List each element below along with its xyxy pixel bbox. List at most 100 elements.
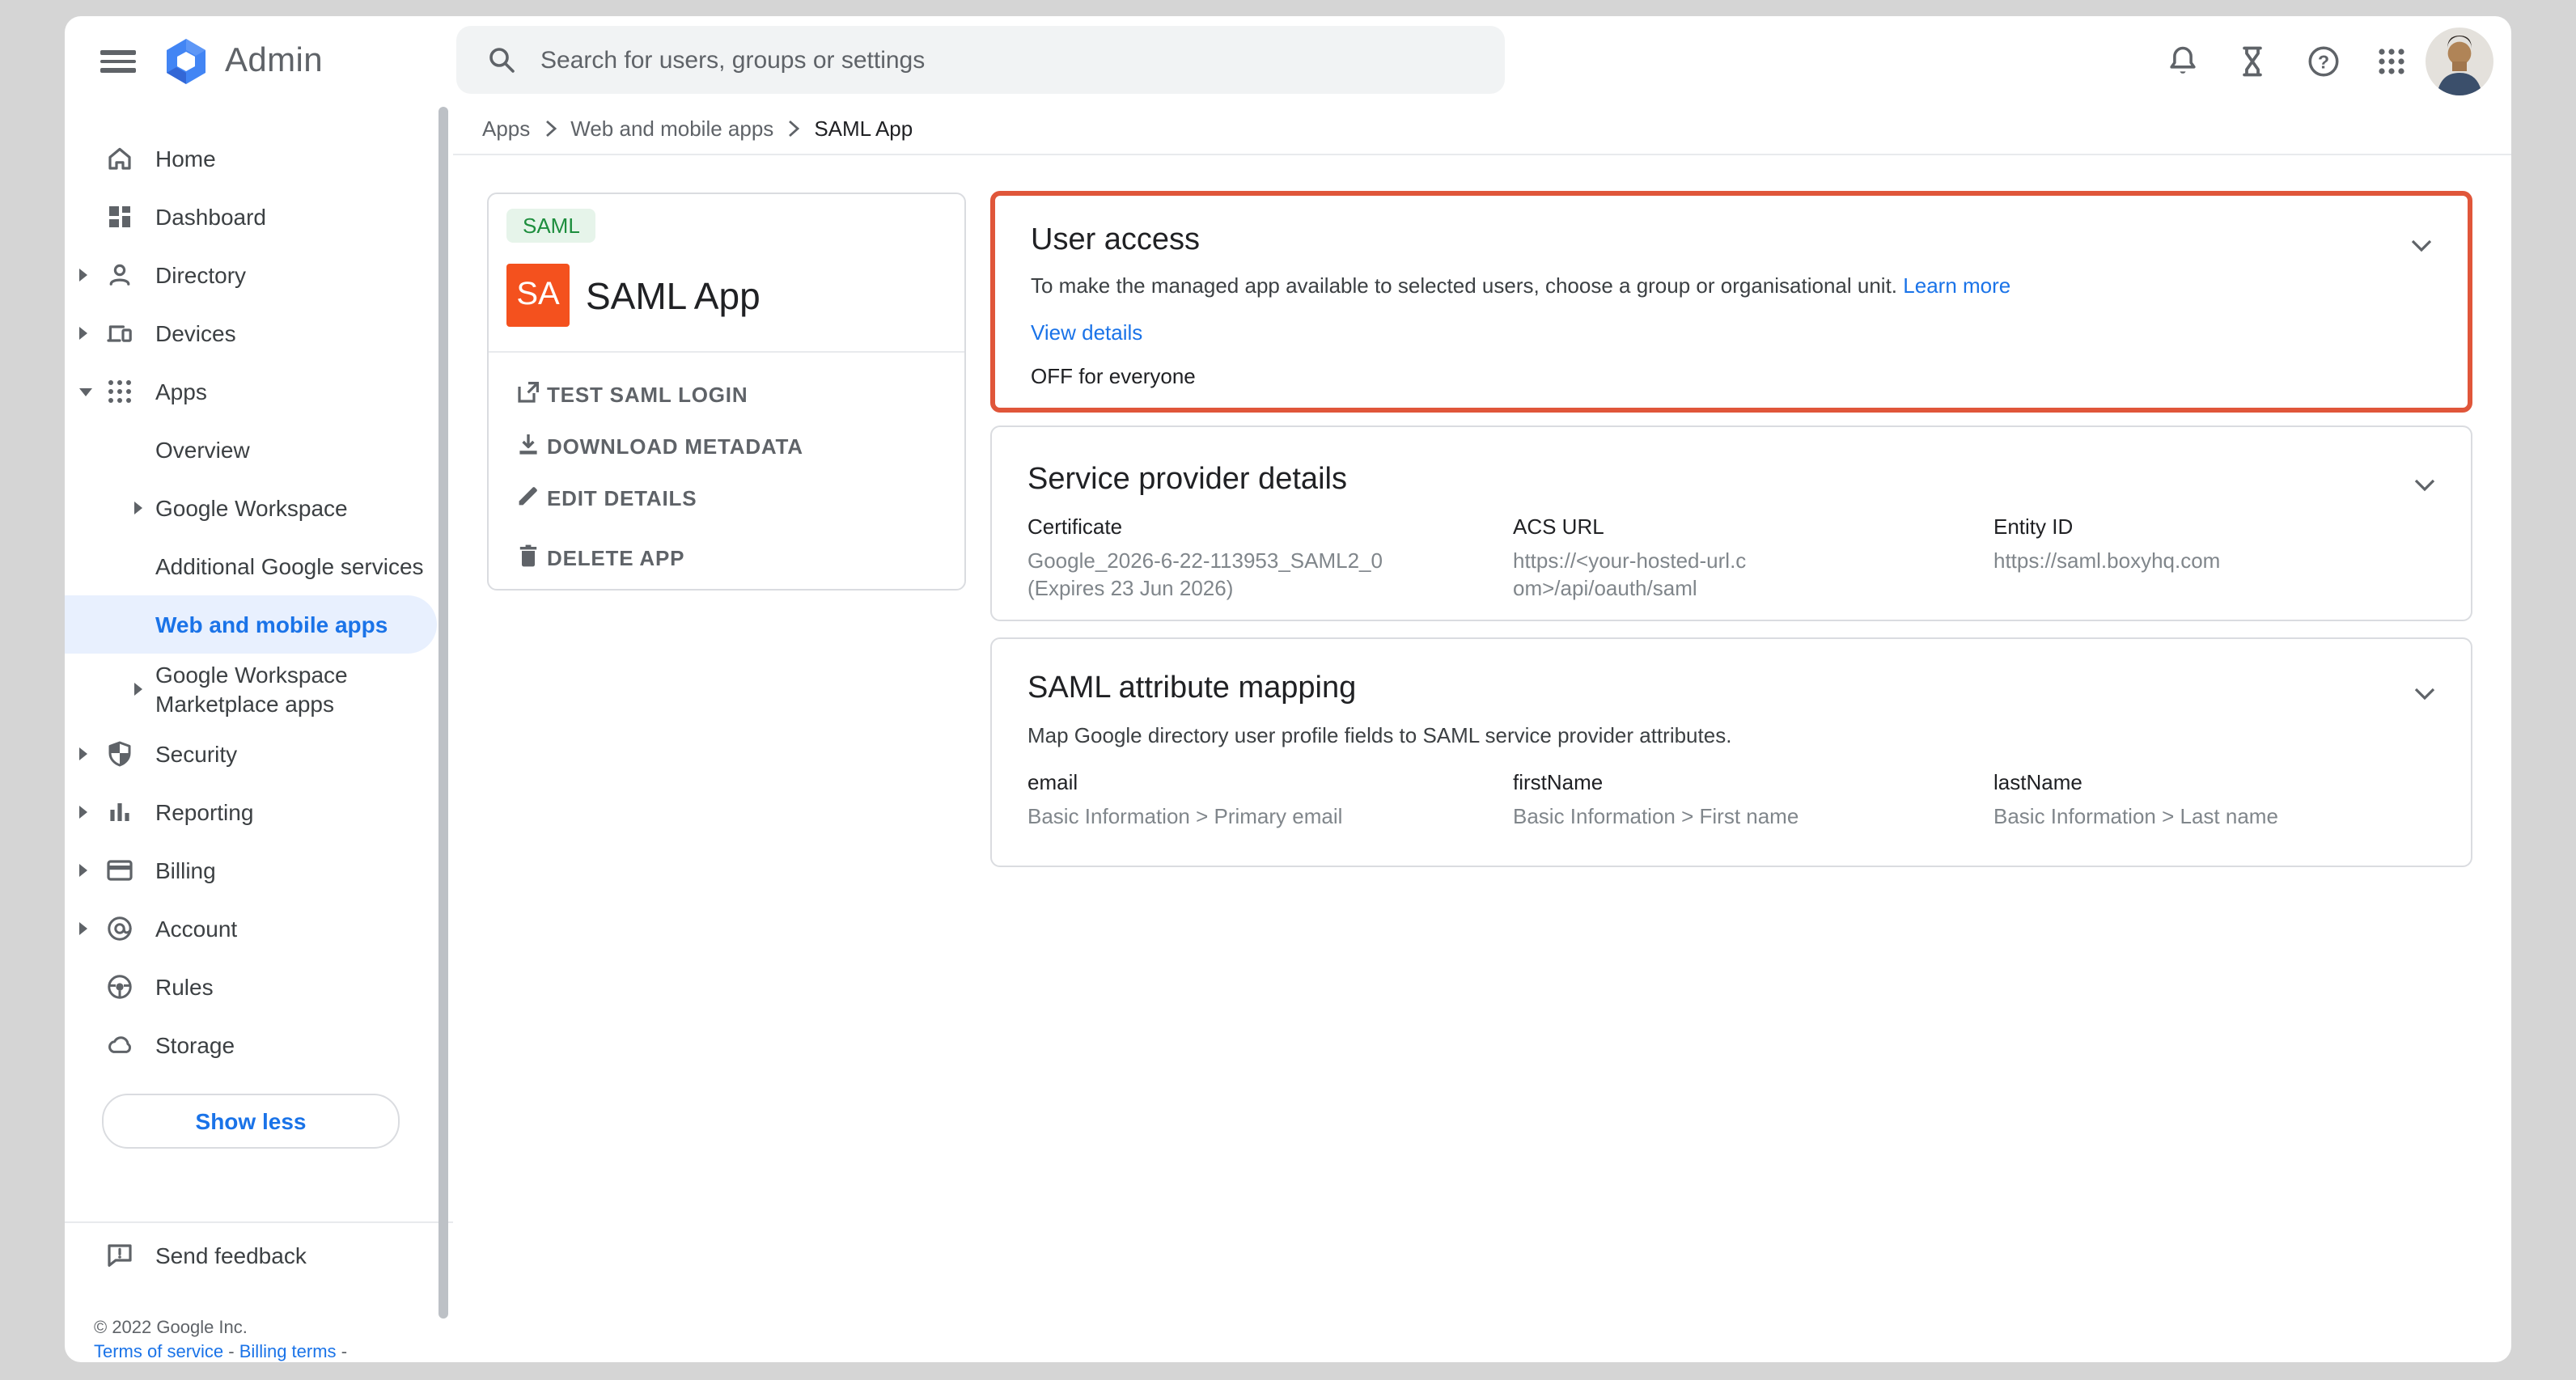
sidebar-item-devices[interactable]: Devices (65, 304, 453, 362)
trash-icon (515, 542, 542, 578)
search-bar[interactable] (456, 26, 1505, 94)
search-input[interactable] (537, 44, 1417, 75)
send-feedback-button[interactable]: Send feedback (65, 1226, 453, 1285)
sidebar-nav: Home Dashboard Directory Devices Apps (65, 129, 453, 1074)
expand-right-icon[interactable] (79, 747, 87, 760)
panel-title: Service provider details (1027, 461, 1347, 500)
saml-app-card: SAML SA SAML App TEST SAML LOGIN DOWNLOA… (487, 193, 966, 591)
sidebar-item-directory[interactable]: Directory (65, 246, 453, 304)
credit-card-icon (105, 856, 134, 885)
sidebar-item-apps[interactable]: Apps (65, 362, 453, 421)
lastname-mapping-field: lastName Basic Information > Last name (1993, 768, 2435, 830)
expand-right-icon[interactable] (134, 502, 142, 514)
learn-more-link[interactable]: Learn more (1903, 273, 2010, 298)
chevron-down-icon[interactable] (2414, 471, 2435, 500)
email-mapping-field: email Basic Information > Primary email (1027, 768, 1513, 830)
screen: Admin ? (0, 0, 2576, 1380)
dashboard-icon (105, 202, 134, 231)
collapse-down-icon[interactable] (79, 388, 92, 396)
cloud-icon (105, 1031, 134, 1060)
sidebar-footer: © 2022 Google Inc. Terms of service - Bi… (94, 1317, 347, 1362)
app-name: SAML App (586, 275, 761, 317)
pencil-icon (515, 482, 542, 518)
panel-title: SAML attribute mapping (1027, 670, 1356, 709)
expand-right-icon[interactable] (79, 327, 87, 340)
chevron-right-icon (544, 120, 556, 138)
feedback-icon (105, 1241, 134, 1278)
svg-text:?: ? (2318, 51, 2329, 72)
expand-right-icon[interactable] (134, 683, 142, 696)
sidebar-item-reporting[interactable]: Reporting (65, 783, 453, 841)
brand: Admin (162, 36, 323, 87)
service-provider-fields: Certificate Google_2026-6-22-113953_SAML… (1027, 513, 2435, 602)
sidebar-item-dashboard[interactable]: Dashboard (65, 188, 453, 246)
chevron-down-icon[interactable] (2411, 231, 2432, 260)
search-icon (487, 45, 516, 74)
panel-title: User access (1031, 222, 1200, 260)
admin-console-window: Admin ? (65, 16, 2511, 1362)
expand-right-icon[interactable] (79, 806, 87, 819)
panel-description: Map Google directory user profile fields… (1027, 722, 1731, 751)
apps-grid-icon (105, 377, 134, 406)
sidebar-item-web-and-mobile-apps[interactable]: Web and mobile apps (65, 595, 453, 654)
help-icon[interactable]: ? (2304, 42, 2343, 81)
saml-attribute-mapping-panel: SAML attribute mapping Map Google direct… (990, 637, 2472, 867)
edit-details-button[interactable]: EDIT DETAILS (489, 480, 964, 516)
expand-right-icon[interactable] (79, 922, 87, 935)
expand-right-icon[interactable] (79, 269, 87, 282)
user-avatar[interactable] (2426, 28, 2493, 95)
apps-grid-icon[interactable] (2372, 42, 2411, 81)
hamburger-menu-icon[interactable] (100, 45, 136, 74)
acs-url-field: ACS URL https://<your-hosted-url.com>/ap… (1513, 513, 1993, 602)
view-details-link[interactable]: View details (1031, 320, 1142, 345)
firstname-mapping-field: firstName Basic Information > First name (1513, 768, 1993, 830)
sidebar-item-storage[interactable]: Storage (65, 1016, 453, 1074)
service-provider-details-panel: Service provider details Certificate Goo… (990, 425, 2472, 621)
panel-description: To make the managed app available to sel… (1031, 272, 2010, 301)
saml-badge: SAML (506, 209, 596, 243)
expand-right-icon[interactable] (79, 864, 87, 877)
download-metadata-button[interactable]: DOWNLOAD METADATA (489, 429, 964, 464)
open-in-new-icon (515, 379, 542, 414)
sidebar-item-additional-google-services[interactable]: Additional Google services (65, 537, 453, 595)
breadcrumb-apps[interactable]: Apps (482, 116, 530, 141)
person-icon (105, 260, 134, 290)
chevron-right-icon (788, 120, 799, 138)
notifications-bell-icon[interactable] (2163, 42, 2202, 81)
chevron-down-icon[interactable] (2414, 679, 2435, 709)
sidebar-item-security[interactable]: Security (65, 725, 453, 783)
at-sign-icon (105, 914, 134, 943)
sidebar-item-home[interactable]: Home (65, 129, 453, 188)
tasks-hourglass-icon[interactable] (2233, 42, 2272, 81)
sidebar-footer-divider (65, 1221, 453, 1223)
sidebar-item-google-workspace[interactable]: Google Workspace (65, 479, 453, 537)
show-less-button[interactable]: Show less (102, 1094, 400, 1149)
header-divider (453, 154, 2511, 155)
entity-id-field: Entity ID https://saml.boxyhq.com (1993, 513, 2435, 602)
sidebar-item-rules[interactable]: Rules (65, 958, 453, 1016)
home-icon (105, 144, 134, 173)
sidebar-item-billing[interactable]: Billing (65, 841, 453, 900)
delete-app-button[interactable]: DELETE APP (489, 540, 964, 576)
view-details-row: View details (1031, 319, 1142, 348)
breadcrumb-web-and-mobile-apps[interactable]: Web and mobile apps (570, 116, 773, 141)
billing-terms-link[interactable]: Billing terms (239, 1343, 337, 1362)
breadcrumb: Apps Web and mobile apps SAML App (482, 116, 913, 141)
terms-of-service-link[interactable]: Terms of service (94, 1343, 223, 1362)
google-admin-logo-icon (162, 37, 210, 86)
user-access-panel: User access To make the managed app avai… (990, 191, 2472, 413)
shield-icon (105, 739, 134, 768)
sidebar-item-account[interactable]: Account (65, 900, 453, 958)
sidebar-scrollbar[interactable] (439, 107, 448, 1319)
copyright-text: © 2022 Google Inc. (94, 1317, 347, 1341)
user-access-status: OFF for everyone (1031, 364, 1196, 388)
card-divider (489, 351, 964, 353)
steering-wheel-icon (105, 972, 134, 1001)
test-saml-login-button[interactable]: TEST SAML LOGIN (489, 377, 964, 413)
sidebar-item-google-workspace-marketplace-apps[interactable]: Google Workspace Marketplace apps (65, 654, 453, 725)
product-name: Admin (225, 42, 323, 81)
sidebar-item-overview[interactable]: Overview (65, 421, 453, 479)
app-avatar: SA (506, 264, 570, 327)
devices-icon (105, 319, 134, 348)
download-icon (515, 430, 542, 466)
